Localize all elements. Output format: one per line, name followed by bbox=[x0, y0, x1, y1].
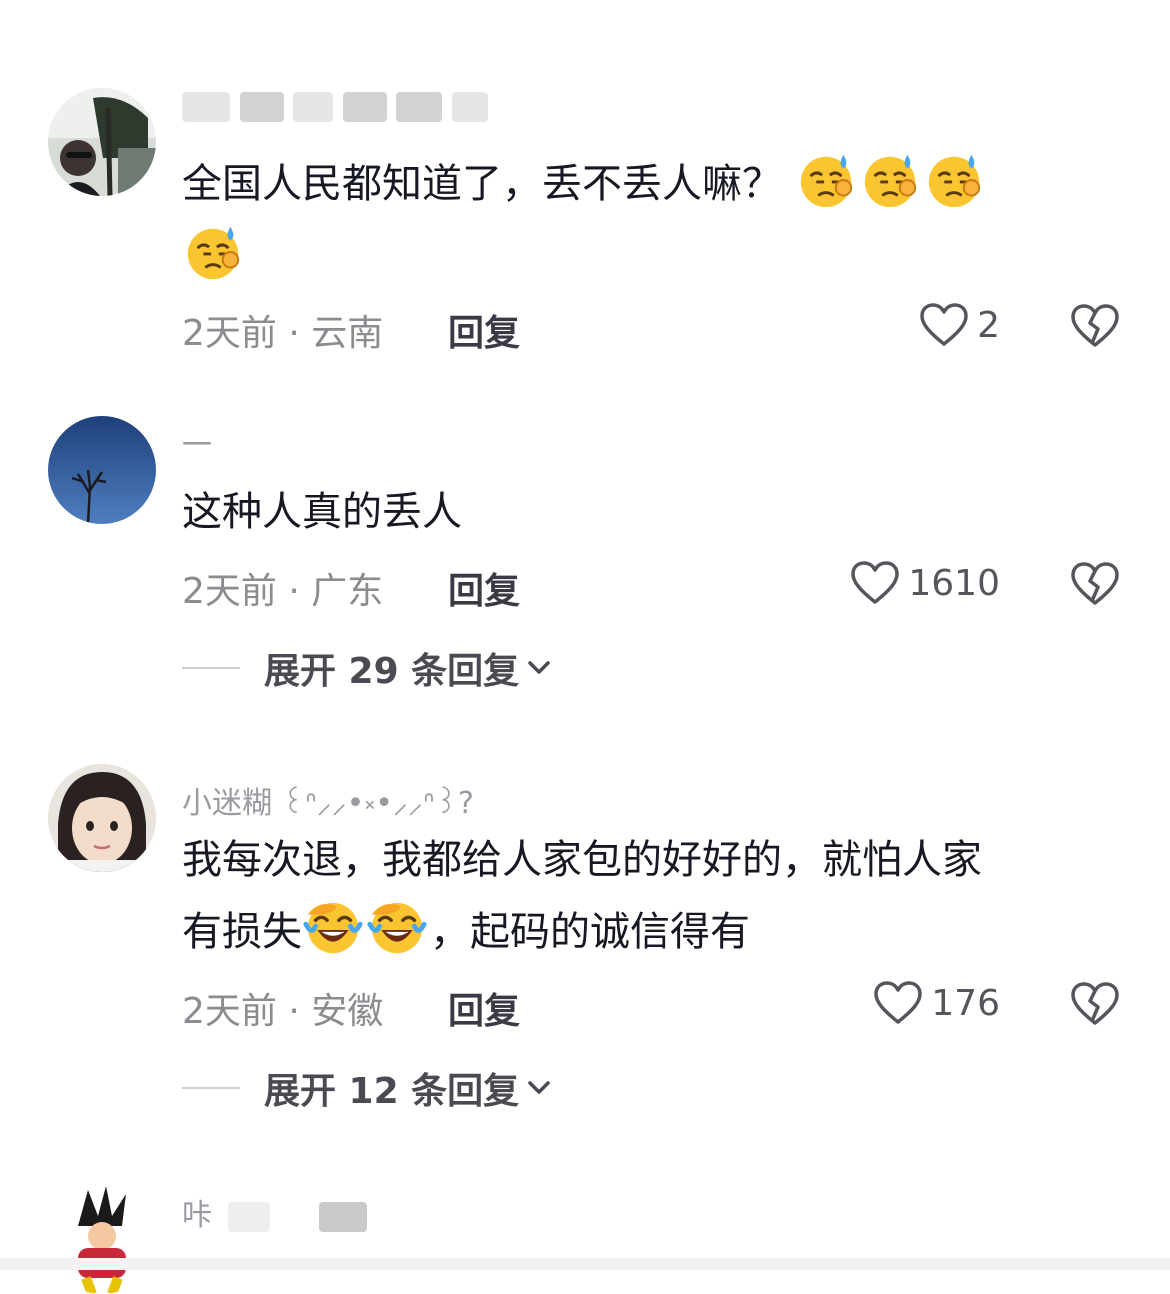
username-partial[interactable]: 咔 bbox=[182, 1190, 368, 1234]
like-button[interactable]: 176 bbox=[873, 980, 1000, 1026]
comment-text-content: 全国人民都知道了，丢不丢人嘛？ bbox=[182, 161, 782, 207]
comment-meta: 2天前 · 安徽 bbox=[182, 991, 384, 1032]
comment-text-line: 我每次退，我都给人家包的好好的，就怕人家 bbox=[182, 837, 982, 883]
comment-text-line: 有损失 bbox=[182, 909, 302, 955]
broken-heart-icon[interactable] bbox=[1070, 981, 1120, 1027]
avatar[interactable] bbox=[48, 416, 156, 524]
avatar[interactable] bbox=[48, 1186, 156, 1294]
divider-line bbox=[182, 1087, 240, 1089]
chevron-down-icon bbox=[528, 661, 550, 674]
expand-replies-label: 展开 12 条回复 bbox=[264, 1071, 520, 1112]
sweating-face-emoji bbox=[928, 154, 980, 208]
like-count: 2 bbox=[977, 304, 1000, 346]
laughing-crying-face-emoji bbox=[303, 902, 363, 954]
like-button[interactable]: 2 bbox=[919, 302, 1000, 348]
username-redacted[interactable] bbox=[182, 88, 488, 128]
username[interactable]: 一 bbox=[182, 420, 212, 464]
comment-text: 这种人真的丢人 bbox=[182, 489, 462, 535]
reply-button[interactable]: 回复 bbox=[448, 982, 520, 1034]
avatar[interactable] bbox=[48, 764, 156, 872]
expand-replies-label: 展开 29 条回复 bbox=[264, 651, 520, 692]
reply-button[interactable]: 回复 bbox=[448, 304, 520, 356]
expand-replies-button[interactable]: 展开 12 条回复 bbox=[182, 1062, 553, 1114]
reply-button[interactable]: 回复 bbox=[448, 562, 520, 614]
comment-meta: 2天前 · 广东 bbox=[182, 571, 384, 612]
heart-outline-icon bbox=[851, 561, 900, 604]
like-button[interactable]: 1610 bbox=[850, 560, 1000, 606]
comment-text: 我每次退，我都给人家包的好好的，就怕人家 有损失 ，起码的诚信得有 bbox=[182, 824, 1112, 968]
comment-meta: 2天前 · 云南 bbox=[182, 313, 384, 354]
bottom-edge bbox=[0, 1258, 1170, 1270]
username-visible-char: 咔 bbox=[182, 1198, 212, 1233]
avatar[interactable] bbox=[48, 88, 156, 196]
broken-heart-icon[interactable] bbox=[1070, 303, 1120, 349]
chevron-down-icon bbox=[528, 1081, 550, 1094]
like-count: 176 bbox=[931, 982, 1000, 1024]
laughing-crying-face-emoji bbox=[367, 902, 427, 954]
like-count: 1610 bbox=[908, 562, 1000, 604]
comment-text-line: ，起码的诚信得有 bbox=[430, 909, 750, 955]
heart-outline-icon bbox=[874, 981, 923, 1024]
broken-heart-icon[interactable] bbox=[1070, 561, 1120, 607]
expand-replies-button[interactable]: 展开 29 条回复 bbox=[182, 642, 553, 694]
sweating-face-emoji bbox=[187, 226, 240, 280]
divider-line bbox=[182, 667, 240, 669]
comment-text: 全国人民都知道了，丢不丢人嘛？ bbox=[182, 148, 1112, 292]
heart-outline-icon bbox=[920, 303, 968, 346]
sweating-face-emoji bbox=[864, 154, 916, 208]
sweating-face-emoji bbox=[800, 154, 852, 208]
